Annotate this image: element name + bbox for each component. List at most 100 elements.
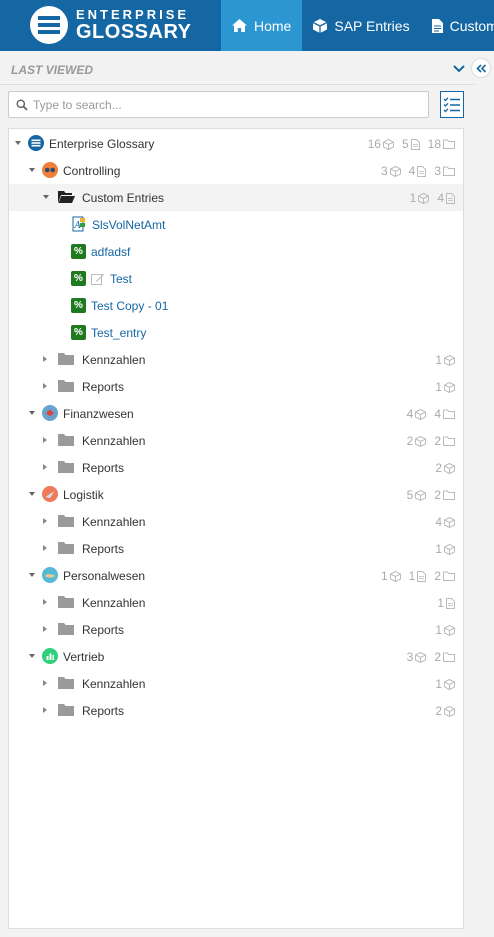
tree-node[interactable]: Kennzahlen 1 xyxy=(9,670,463,697)
tree-node-label[interactable]: Test Copy - 01 xyxy=(91,299,168,313)
tree-node-label[interactable]: Test xyxy=(110,272,132,286)
count-value: 2 xyxy=(435,461,442,475)
document-icon xyxy=(446,192,455,204)
expanded-caret-icon[interactable] xyxy=(29,168,35,172)
tab-custom-entries[interactable]: Custom Entries xyxy=(421,0,494,51)
folder-icon xyxy=(58,461,74,473)
folder-count: 4 xyxy=(434,407,455,421)
expanded-caret-icon[interactable] xyxy=(29,411,35,415)
expanded-caret-icon[interactable] xyxy=(29,492,35,496)
tree-node[interactable]: Enterprise Glossary 16 5 18 xyxy=(9,130,463,157)
edit-icon xyxy=(91,273,105,285)
tree-node-label: Personalwesen xyxy=(63,569,146,583)
sap-count: 2 xyxy=(407,434,427,448)
tree-node-label: Controlling xyxy=(63,164,121,178)
tree-node[interactable]: Logistik 5 2 xyxy=(9,481,463,508)
document-icon xyxy=(417,165,427,177)
tree-node[interactable]: Finanzwesen 4 4 xyxy=(9,400,463,427)
tree-node[interactable]: Reports 1 xyxy=(9,373,463,400)
expanded-caret-icon[interactable] xyxy=(29,654,35,658)
tree-node[interactable]: Controlling 3 4 3 xyxy=(9,157,463,184)
tree-node[interactable]: Kennzahlen 2 2 xyxy=(9,427,463,454)
tree-node[interactable]: Custom Entries 1 4 xyxy=(9,184,463,211)
document-icon xyxy=(431,18,443,33)
tree-node[interactable]: A SlsVolNetAmt xyxy=(9,211,463,238)
cube-icon xyxy=(444,705,455,717)
sap-count: 1 xyxy=(435,623,455,637)
last-viewed-bar[interactable]: LAST VIEWED xyxy=(0,55,475,85)
tree-node-label[interactable]: SlsVolNetAmt xyxy=(92,218,165,232)
count-value: 1 xyxy=(435,623,442,637)
tree-node[interactable]: Vertrieb 3 2 xyxy=(9,643,463,670)
folder-count: 3 xyxy=(434,164,455,178)
collapsed-caret-icon[interactable] xyxy=(43,464,47,470)
tree-node[interactable]: % adfadsf xyxy=(9,238,463,265)
custom-count: 1 xyxy=(437,596,455,610)
tree-node-label[interactable]: adfadsf xyxy=(91,245,130,259)
collapse-sidebar-button[interactable] xyxy=(471,58,491,78)
tree-node-label: Kennzahlen xyxy=(82,353,146,367)
folder-icon xyxy=(58,515,74,527)
folder-icon xyxy=(58,596,74,608)
sap-count: 5 xyxy=(407,488,427,502)
chevron-down-icon[interactable] xyxy=(453,65,465,73)
tree-node[interactable]: Kennzahlen 1 xyxy=(9,589,463,616)
document-icon xyxy=(410,138,420,150)
folder-icon xyxy=(58,380,74,392)
sap-measure-icon: A xyxy=(72,216,85,232)
tree-node[interactable]: Reports 2 xyxy=(9,697,463,724)
collapsed-caret-icon[interactable] xyxy=(43,707,47,713)
folder-outline-icon xyxy=(443,139,455,149)
document-icon xyxy=(446,597,455,609)
cube-icon xyxy=(444,624,455,636)
collapsed-caret-icon[interactable] xyxy=(43,437,47,443)
collapsed-caret-icon[interactable] xyxy=(43,680,47,686)
sap-count: 1 xyxy=(435,353,455,367)
collapsed-caret-icon[interactable] xyxy=(43,545,47,551)
folder-icon xyxy=(58,353,74,365)
cube-icon xyxy=(444,381,455,393)
entry-counts: 3 4 3 xyxy=(381,164,455,178)
folder-count: 18 xyxy=(428,137,455,151)
cube-icon xyxy=(415,651,427,663)
collapsed-caret-icon[interactable] xyxy=(43,599,47,605)
entry-counts: 1 1 2 xyxy=(381,569,455,583)
collapsed-caret-icon[interactable] xyxy=(43,626,47,632)
folder-outline-icon xyxy=(443,436,455,446)
collapsed-caret-icon[interactable] xyxy=(43,356,47,362)
expanded-caret-icon[interactable] xyxy=(29,573,35,577)
folder-count: 2 xyxy=(434,488,455,502)
tree-node-label: Finanzwesen xyxy=(63,407,134,421)
tree-node-label: Kennzahlen xyxy=(82,596,146,610)
tree-node[interactable]: % Test xyxy=(9,265,463,292)
count-value: 1 xyxy=(380,569,388,583)
tree-node[interactable]: % Test Copy - 01 xyxy=(9,292,463,319)
tree-node[interactable]: Reports 2 xyxy=(9,454,463,481)
entry-counts: 14 xyxy=(410,191,455,205)
app-logo[interactable]: ENTERPRISE GLOSSARY xyxy=(30,6,192,44)
folder-outline-icon xyxy=(443,652,455,662)
filter-list-button[interactable] xyxy=(440,91,464,118)
collapsed-caret-icon[interactable] xyxy=(43,518,47,524)
controlling-area-icon xyxy=(42,162,58,178)
tree-node[interactable]: % Test_entry xyxy=(9,319,463,346)
tree-node[interactable]: Reports 1 xyxy=(9,535,463,562)
search-input[interactable] xyxy=(33,95,423,114)
tree-node[interactable]: Reports 1 xyxy=(9,616,463,643)
cube-icon xyxy=(444,543,455,555)
collapsed-caret-icon[interactable] xyxy=(43,383,47,389)
tree-node-label[interactable]: Test_entry xyxy=(91,326,146,340)
tab-sap-entries[interactable]: SAP Entries xyxy=(302,0,420,51)
expanded-caret-icon[interactable] xyxy=(15,141,21,145)
tree-node[interactable]: Kennzahlen 1 xyxy=(9,346,463,373)
tree-node-label: Reports xyxy=(82,542,125,556)
percent-tag-icon: % xyxy=(71,325,86,340)
count-value: 2 xyxy=(434,650,441,664)
expanded-caret-icon[interactable] xyxy=(43,195,49,199)
tree-node[interactable]: Personalwesen 1 1 2 xyxy=(9,562,463,589)
tab-home[interactable]: Home xyxy=(221,0,303,51)
tree-node[interactable]: Kennzahlen 4 xyxy=(9,508,463,535)
percent-tag-icon: % xyxy=(71,298,86,313)
percent-tag-icon: % xyxy=(71,244,86,259)
count-value: 2 xyxy=(435,704,442,718)
